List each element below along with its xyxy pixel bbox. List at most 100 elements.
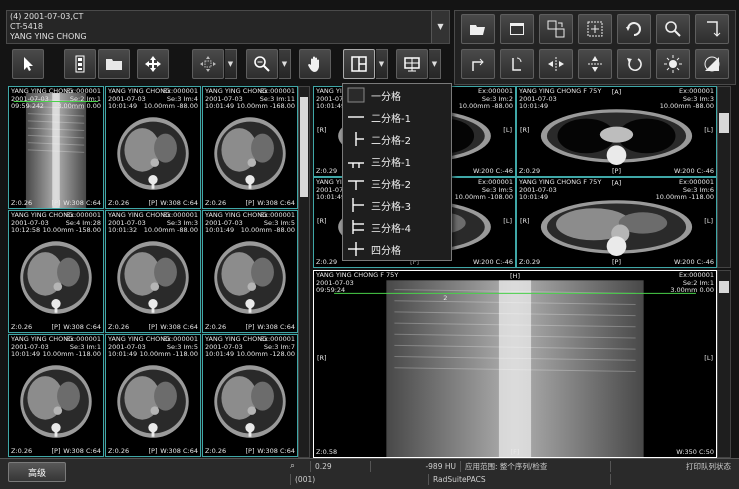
overlay-series-info: Ex:000001 Se:4 Im:28 10.00mm -158.00 [42,211,101,234]
overlay-series-info: Ex:000001 Se:3 Im:2 10.00mm -88.00 [458,87,513,110]
flip-vertical-button[interactable] [578,49,612,79]
magnify-button[interactable] [656,14,690,44]
thumbnail-7[interactable]: YANG YING CHONG 2001-07-03 10:01:49 Ex:00… [8,334,104,457]
overlay-zoom: Z:0.26 [11,322,33,331]
overlay-orientation-left: [R] [317,126,327,135]
overlay-window-level: W:308 C:64 [160,198,198,207]
layout-option-label: 一分格 [371,91,401,103]
select-region-icon [587,21,603,37]
overlay-orientation-top: [A] [611,179,622,187]
print-queue-status[interactable]: 打印队列状态 [610,461,735,472]
layout-option-5[interactable]: 三分格-2 [343,172,451,194]
overlay-series-info: Ex:000001 Se:3 Im:5 10.00mm -118.00 [139,335,198,358]
thumbnail-4[interactable]: YANG YING CHONG 2001-07-03 10:12:58 Ex:00… [8,210,104,333]
rotate-left-button[interactable] [617,49,651,79]
series-line-1: (4) 2001-07-03,CT [10,12,84,21]
viewport-2[interactable]: YANG YING CHONG F 75Y 2001-07-03 10:01:4… [516,86,717,177]
layout-option-1[interactable]: 一分格 [343,84,451,106]
layout-option-6[interactable]: 三分格-3 [343,194,451,216]
monitor-layout-button[interactable] [396,49,428,79]
viewport-5[interactable]: YANG YING CHONG F 75Y 2001-07-03 09:59:2… [313,270,717,458]
overlay-orientation-bottom: [P] [245,446,255,455]
layout-option-7[interactable]: 三分格-4 [343,216,451,238]
zoom-tool-button[interactable] [246,49,278,79]
compare-button[interactable] [539,14,573,44]
overlay-window-level: W:308 C:64 [160,446,198,455]
thumbnail-6[interactable]: YANG YING CHONG 2001-07-03 10:01:49 Ex:00… [202,210,298,333]
series-list-button[interactable] [64,49,96,79]
layout-option-2[interactable]: 二分格-1 [343,106,451,128]
scope-readout: 应用范围: 整个序列/检查 [460,461,610,472]
overlay-orientation-bottom: [P] [51,446,61,455]
advanced-button[interactable]: 高级 [8,462,66,482]
layout-grid-icon [348,242,364,256]
thumbnail-scroll-thumb[interactable] [300,97,308,197]
rotate-icon [626,22,641,36]
series-dropdown-button[interactable]: ▼ [431,11,449,43]
viewer-scroll-thumb-top[interactable] [719,113,729,133]
overlay-patient-info: YANG YING CHONG F 75Y 2001-07-03 09:59:2… [316,271,399,294]
hu-readout: -989 HU [370,461,460,472]
viewer-scrollbar-bottom[interactable] [717,270,731,458]
thumbnail-3[interactable]: YANG YING CHONG 2001-07-03 10:01:49 Ex:00… [202,86,298,209]
viewer-scrollbar-top[interactable] [717,86,731,268]
zoom-dropdown[interactable]: ▼ [279,49,291,79]
folder-icon [106,59,122,70]
layout-dropdown[interactable]: ▼ [376,49,388,79]
thumbnail-8[interactable]: YANG YING CHONG 2001-07-03 10:01:49 Ex:00… [105,334,201,457]
thumbnail-9[interactable]: YANG YING CHONG 2001-07-03 10:01:49 Ex:00… [202,334,298,457]
pan-dropdown[interactable]: ▼ [225,49,237,79]
select-region-button[interactable] [578,14,612,44]
rotate-button[interactable] [617,14,651,44]
pointer-tool-button[interactable] [12,49,44,79]
layout-grid-icon [348,180,364,190]
monitor-dropdown[interactable]: ▼ [429,49,441,79]
thumbnail-5[interactable]: YANG YING CHONG 2001-07-03 10:01:32 Ex:00… [105,210,201,333]
layout-grid-icon [348,162,364,168]
hand-tool-button[interactable] [299,49,331,79]
flip-button[interactable] [695,14,729,44]
overlay-orientation-right: [L] [704,126,713,135]
layout-option-3[interactable]: 二分格-2 [343,128,451,150]
list-icon [75,55,85,73]
thumbnail-2[interactable]: YANG YING CHONG 2001-07-03 10:01:49 Ex:00… [105,86,201,209]
window-icon [510,23,524,35]
pan-tool-button[interactable] [192,49,224,79]
overlay-window-level: W:308 C:64 [63,198,101,207]
overlay-window-level: W:200 C:-46 [472,166,513,175]
series-selector[interactable]: (4) 2001-07-03,CT CT-5418 YANG YING CHON… [6,10,450,44]
open-folder-button[interactable] [98,49,130,79]
pacs-viewer-window: (4) 2001-07-03,CT CT-5418 YANG YING CHON… [0,0,739,489]
overlay-orientation-bottom: [P] [612,257,621,266]
image-count: (001) [290,474,428,485]
flip-horizontal-button[interactable] [539,49,573,79]
move-tool-button[interactable] [137,49,169,79]
undo-button[interactable] [461,49,495,79]
magnify-icon [665,21,681,37]
overlay-orientation-left: [R] [317,353,327,362]
viewport-4[interactable]: YANG YING CHONG F 75Y 2001-07-03 10:01:4… [516,177,717,268]
invert-button[interactable] [695,49,729,79]
brightness-button[interactable] [656,49,690,79]
overlay-window-level: W:200 C:-46 [472,257,513,266]
overlay-zoom: Z:0.29 [316,257,338,266]
layout-option-8[interactable]: 四分格 [343,238,451,260]
open-file-button[interactable] [461,14,495,44]
monitor-icon [404,57,420,72]
viewer-scroll-thumb-bottom[interactable] [719,281,729,293]
layout-option-4[interactable]: 三分格-1 [343,150,451,172]
thumbnail-scrollbar[interactable] [298,86,310,458]
overlay-zoom: Z:0.26 [205,446,227,455]
overlay-series-info: Ex:000001 Se:3 Im:4 10.00mm -88.00 [143,87,198,110]
thumbnail-1[interactable]: YANG YING CHONG 2001-07-03 09:59:24 Ex:00… [8,86,104,209]
reset-button[interactable] [500,49,534,79]
overlay-window-level: W:350 C:50 [676,447,714,456]
zoom-readout: 0.29 [310,461,370,472]
chevron-down-icon: ▼ [281,60,288,68]
series-line-3: YANG YING CHONG [10,32,87,41]
window-button[interactable] [500,14,534,44]
hand-icon [308,56,319,72]
layout-button[interactable] [343,49,375,79]
status-bar: 高级 ⌕ 0.29 -989 HU 应用范围: 整个序列/检查 打印队列状态 (… [0,458,739,489]
overlay-orientation-bottom: [P] [245,322,255,331]
